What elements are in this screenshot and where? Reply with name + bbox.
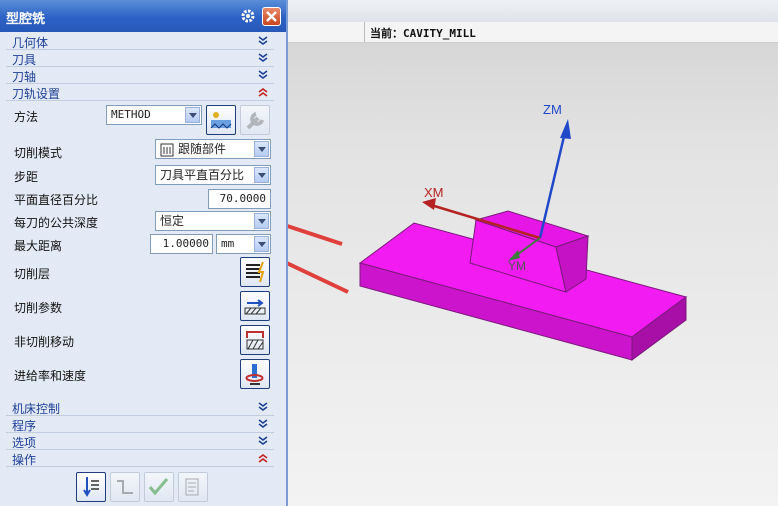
stepover-value: 刀具平直百分比 [160, 168, 245, 182]
replay-button[interactable] [110, 472, 140, 502]
section-tool-label: 刀具 [12, 53, 37, 67]
ym-axis-label: YM [508, 259, 526, 273]
edit-method-button[interactable] [206, 105, 236, 135]
max-distance-input[interactable]: 1.00000 [150, 234, 213, 254]
max-distance-unit-select[interactable]: mm [216, 234, 271, 254]
non-cut-moves-icon [246, 331, 264, 350]
section-program[interactable]: 程序 [6, 416, 274, 433]
chevron-down-icon [258, 53, 268, 62]
max-distance-label: 最大距离 [14, 239, 63, 253]
section-tool[interactable]: 刀具 [6, 50, 274, 67]
chevron-up-icon [258, 88, 268, 97]
cut-params-label: 切削参数 [14, 301, 63, 315]
chevron-down-icon [258, 70, 268, 79]
follow-part-icon [160, 143, 174, 157]
max-distance-value: 1.00000 [162, 237, 209, 250]
non-cut-moves-label: 非切削移动 [14, 335, 75, 349]
section-machine-control[interactable]: 机床控制 [6, 399, 274, 416]
annotation-arrow-depth [286, 223, 343, 246]
stepover-label: 步距 [14, 170, 39, 184]
chevron-up-icon [258, 454, 268, 463]
feeds-speeds-button[interactable] [240, 359, 270, 389]
cut-levels-button[interactable] [240, 257, 270, 287]
section-path-settings-label: 刀轨设置 [12, 87, 61, 101]
method-select[interactable]: METHOD [106, 105, 202, 125]
cut-params-icon [244, 299, 266, 315]
common-depth-label: 每刀的公共深度 [14, 216, 99, 230]
cut-levels-icon [246, 261, 265, 283]
stepover-select[interactable]: 刀具平直百分比 [155, 165, 271, 185]
section-actions[interactable]: 操作 [6, 450, 274, 467]
list-icon [185, 478, 199, 496]
section-geometry-label: 几何体 [12, 36, 49, 50]
verify-icon [148, 478, 169, 496]
chevron-down-icon [258, 402, 268, 411]
section-machine-control-label: 机床控制 [12, 402, 61, 416]
cut-params-button[interactable] [240, 291, 270, 321]
feeds-speeds-label: 进给率和速度 [14, 369, 87, 383]
chevron-down-icon [258, 419, 268, 428]
chevron-down-icon [258, 36, 268, 45]
feeds-speeds-icon [245, 364, 264, 385]
verify-button[interactable] [144, 472, 174, 502]
section-path-settings[interactable]: 刀轨设置 [6, 84, 274, 101]
chevron-down-icon[interactable] [254, 167, 269, 183]
dialog-title-bar[interactable]: 型腔铣 [0, 0, 286, 32]
common-depth-select[interactable]: 恒定 [155, 211, 271, 231]
zm-axis-head [560, 119, 571, 139]
section-program-label: 程序 [12, 419, 37, 433]
chevron-down-icon [258, 436, 268, 445]
cut-pattern-label: 切削模式 [14, 146, 63, 160]
generate-icon [83, 477, 99, 497]
section-geometry[interactable]: 几何体 [6, 33, 274, 50]
cavity-mill-dialog: 型腔铣 几何体 刀具 刀轴 刀轨设置 方法 METHOD 切削模式 跟随部件 步… [0, 0, 288, 506]
generate-button[interactable] [76, 472, 106, 502]
cut-pattern-value: 跟随部件 [178, 142, 227, 156]
zm-axis-line [538, 127, 568, 239]
method-wrench-button[interactable] [240, 105, 270, 135]
section-tool-axis-label: 刀轴 [12, 70, 37, 84]
common-depth-value: 恒定 [160, 214, 185, 228]
replay-icon [117, 480, 133, 494]
section-actions-label: 操作 [12, 453, 37, 467]
flat-percent-label: 平面直径百分比 [14, 193, 99, 207]
xm-axis-label: XM [424, 185, 444, 200]
flat-percent-value: 70.0000 [219, 192, 266, 205]
annotation-arrow-distance [286, 260, 349, 294]
wrench-icon [246, 112, 264, 130]
close-icon [266, 11, 277, 22]
list-button[interactable] [178, 472, 208, 502]
model-scene[interactable]: ZM XM YM [286, 0, 778, 506]
section-options-label: 选项 [12, 436, 37, 450]
max-distance-unit: mm [221, 237, 235, 250]
chevron-down-icon[interactable] [185, 107, 200, 123]
method-value: METHOD [111, 108, 151, 121]
chevron-down-icon[interactable] [254, 213, 269, 229]
section-options[interactable]: 选项 [6, 433, 274, 450]
close-button[interactable] [262, 7, 281, 26]
cut-levels-label: 切削层 [14, 267, 51, 281]
chevron-down-icon[interactable] [254, 141, 269, 157]
non-cut-moves-button[interactable] [240, 325, 270, 355]
zm-axis-label: ZM [543, 102, 562, 117]
method-label: 方法 [14, 110, 39, 124]
chevron-down-icon[interactable] [254, 236, 269, 252]
graphics-viewport[interactable]: 当前：CAVITY_MILL ZM XM YM [286, 0, 778, 506]
gear-icon[interactable] [240, 8, 256, 24]
flat-percent-input[interactable]: 70.0000 [208, 189, 271, 209]
cut-pattern-select[interactable]: 跟随部件 [155, 139, 271, 159]
method-edit-icon [210, 112, 232, 129]
dialog-title: 型腔铣 [6, 12, 46, 27]
section-tool-axis[interactable]: 刀轴 [6, 67, 274, 84]
